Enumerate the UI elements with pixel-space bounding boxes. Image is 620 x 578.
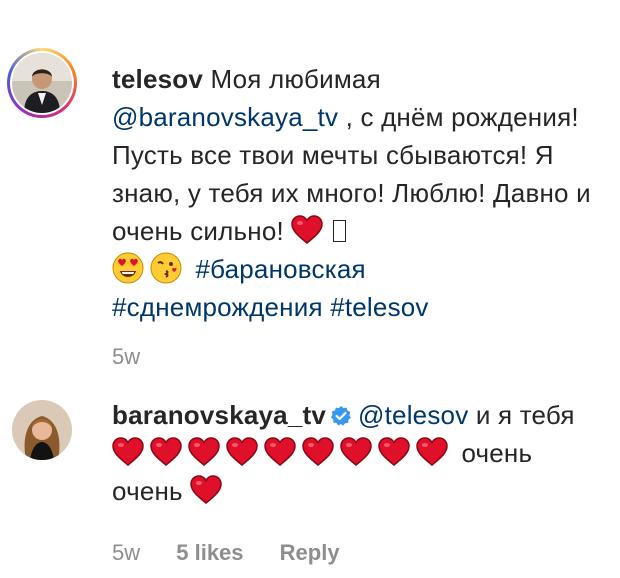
heart-eyes-emoji: [112, 252, 144, 284]
heart-emoji: [226, 437, 258, 467]
heart-emoji: [188, 437, 220, 467]
comment-timestamp[interactable]: 5w: [112, 540, 140, 565]
comment-meta: 5w: [112, 344, 170, 370]
kissing-face-emoji: [150, 252, 182, 284]
avatar-story-ring[interactable]: [7, 48, 77, 118]
heart-emoji: [112, 437, 144, 467]
comment-baranovskaya: baranovskaya_tv @telesov и я тебя очень …: [0, 380, 620, 578]
comment-text-part: Моя любимая: [210, 64, 381, 94]
comment-text-part: очень: [112, 476, 183, 506]
mention-link[interactable]: @baranovskaya_tv: [112, 102, 338, 132]
heart-emoji: [264, 437, 296, 467]
avatar[interactable]: [12, 53, 72, 113]
heart-emoji: [340, 437, 372, 467]
hashtag-link[interactable]: #сднемрождения: [112, 292, 323, 322]
hashtag-link[interactable]: #барановская: [195, 254, 365, 284]
comment-text: baranovskaya_tv @telesov и я тебя очень …: [112, 396, 612, 510]
heart-emoji: [291, 215, 323, 245]
hashtag-link[interactable]: #telesov: [330, 292, 428, 322]
reply-button[interactable]: Reply: [280, 540, 340, 565]
heart-emoji: [150, 437, 182, 467]
verified-badge-icon: [331, 406, 351, 426]
telesov-avatar-image: [12, 53, 72, 113]
comment-text: telesov Моя любимая @baranovskaya_tv , с…: [112, 60, 612, 326]
comment-meta: 5w 5 likes Reply: [112, 540, 370, 566]
heart-emoji: [378, 437, 410, 467]
likes-count[interactable]: 5 likes: [176, 540, 243, 565]
comment-username[interactable]: baranovskaya_tv: [112, 400, 326, 430]
comment-text-part: очень: [461, 438, 533, 468]
heart-emoji: [416, 437, 448, 467]
heart-emoji: [190, 475, 222, 505]
comment-timestamp[interactable]: 5w: [112, 344, 140, 369]
mention-link[interactable]: @telesov: [358, 400, 468, 430]
comment-telesov: telesov Моя любимая @baranovskaya_tv , с…: [0, 0, 620, 380]
avatar[interactable]: [12, 400, 72, 460]
missing-glyph-icon: [333, 220, 347, 242]
comment-text-part: и я тебя: [475, 400, 575, 430]
baranovskaya-avatar-image: [12, 400, 72, 460]
heart-emoji: [302, 437, 334, 467]
comment-username[interactable]: telesov: [112, 64, 203, 94]
